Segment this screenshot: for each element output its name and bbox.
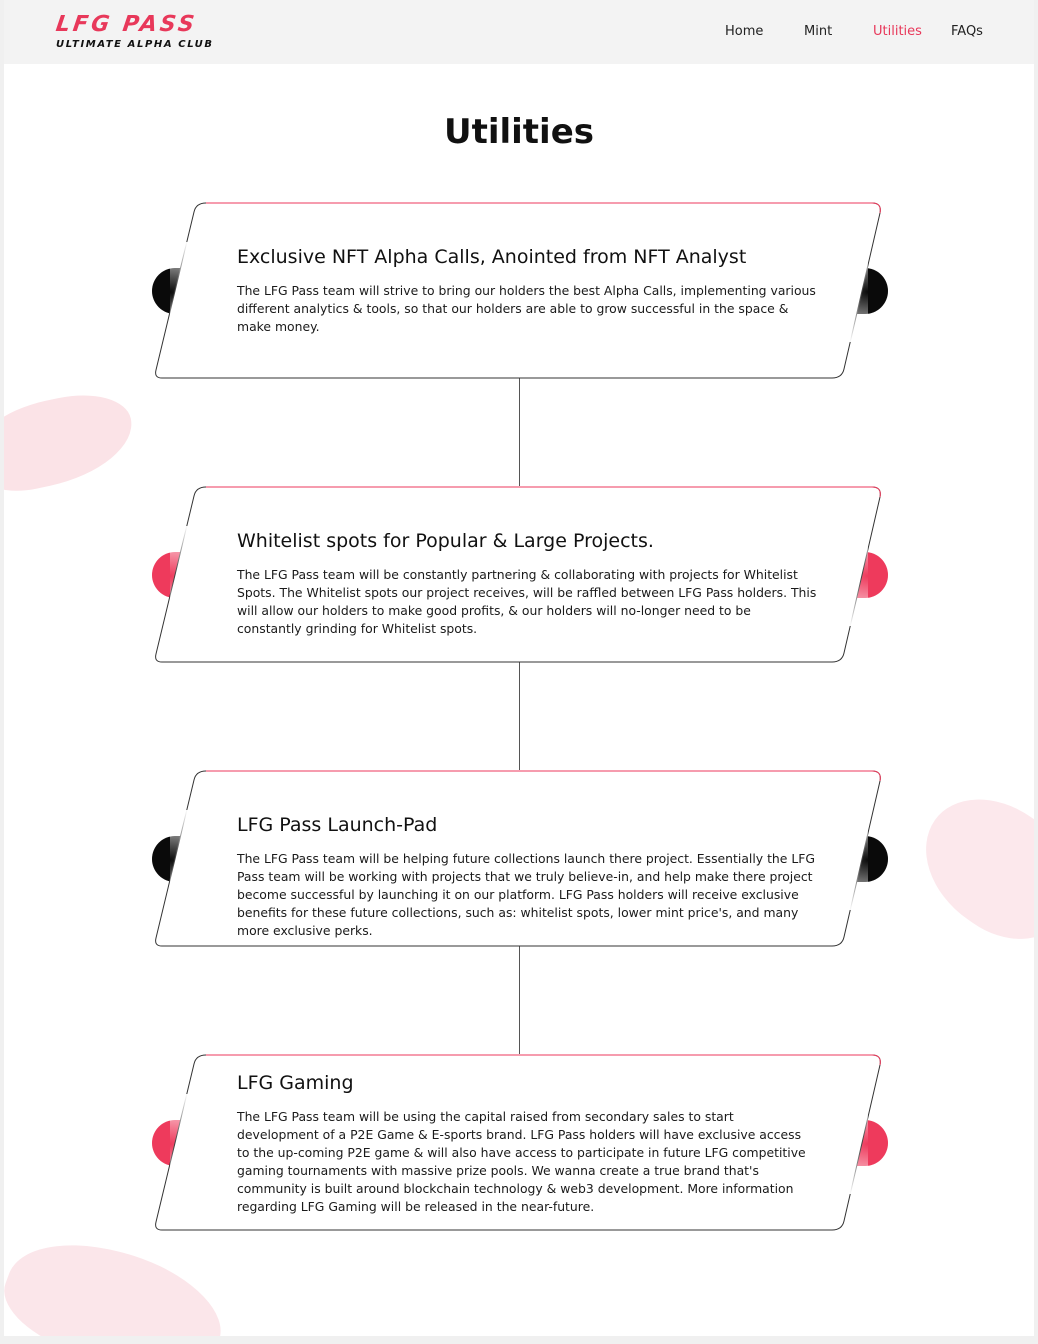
decorative-blob [899, 772, 1034, 964]
card-title: LFG Pass Launch-Pad [237, 814, 438, 836]
site-header: LFG PASS ULTIMATE ALPHA CLUB Home Mint U… [4, 0, 1034, 64]
card-description: The LFG Pass team will strive to bring o… [237, 283, 816, 334]
timeline-connector [519, 378, 520, 486]
card-description: The LFG Pass team will be constantly par… [237, 567, 817, 636]
card-title: Exclusive NFT Alpha Calls, Anointed from… [237, 246, 747, 268]
timeline-connector [519, 662, 520, 770]
utility-card: Whitelist spots for Popular & Large Proj… [152, 486, 888, 664]
card-title: LFG Gaming [237, 1072, 354, 1094]
nav-utilities[interactable]: Utilities [873, 24, 922, 39]
utility-card: Exclusive NFT Alpha Calls, Anointed from… [152, 202, 888, 380]
edge-fade [170, 526, 240, 626]
page: LFG PASS ULTIMATE ALPHA CLUB Home Mint U… [4, 0, 1034, 1336]
nav-home[interactable]: Home [725, 24, 763, 39]
card-description: The LFG Pass team will be using the capi… [237, 1109, 806, 1214]
main-nav: Home Mint Utilities FAQs [4, 24, 1034, 44]
card-description: The LFG Pass team will be helping future… [237, 851, 815, 938]
decorative-blob [4, 384, 141, 500]
nav-faqs[interactable]: FAQs [951, 24, 983, 39]
timeline-connector [519, 946, 520, 1054]
decorative-blob [4, 1217, 237, 1336]
nav-mint[interactable]: Mint [804, 24, 832, 39]
card-title: Whitelist spots for Popular & Large Proj… [237, 530, 654, 552]
utility-card: LFG Gaming The LFG Pass team will be usi… [152, 1054, 888, 1232]
edge-fade [170, 242, 240, 342]
page-title: Utilities [443, 112, 595, 152]
edge-fade [170, 1094, 240, 1194]
utility-card: LFG Pass Launch-Pad The LFG Pass team wi… [152, 770, 888, 948]
edge-fade [170, 810, 240, 910]
